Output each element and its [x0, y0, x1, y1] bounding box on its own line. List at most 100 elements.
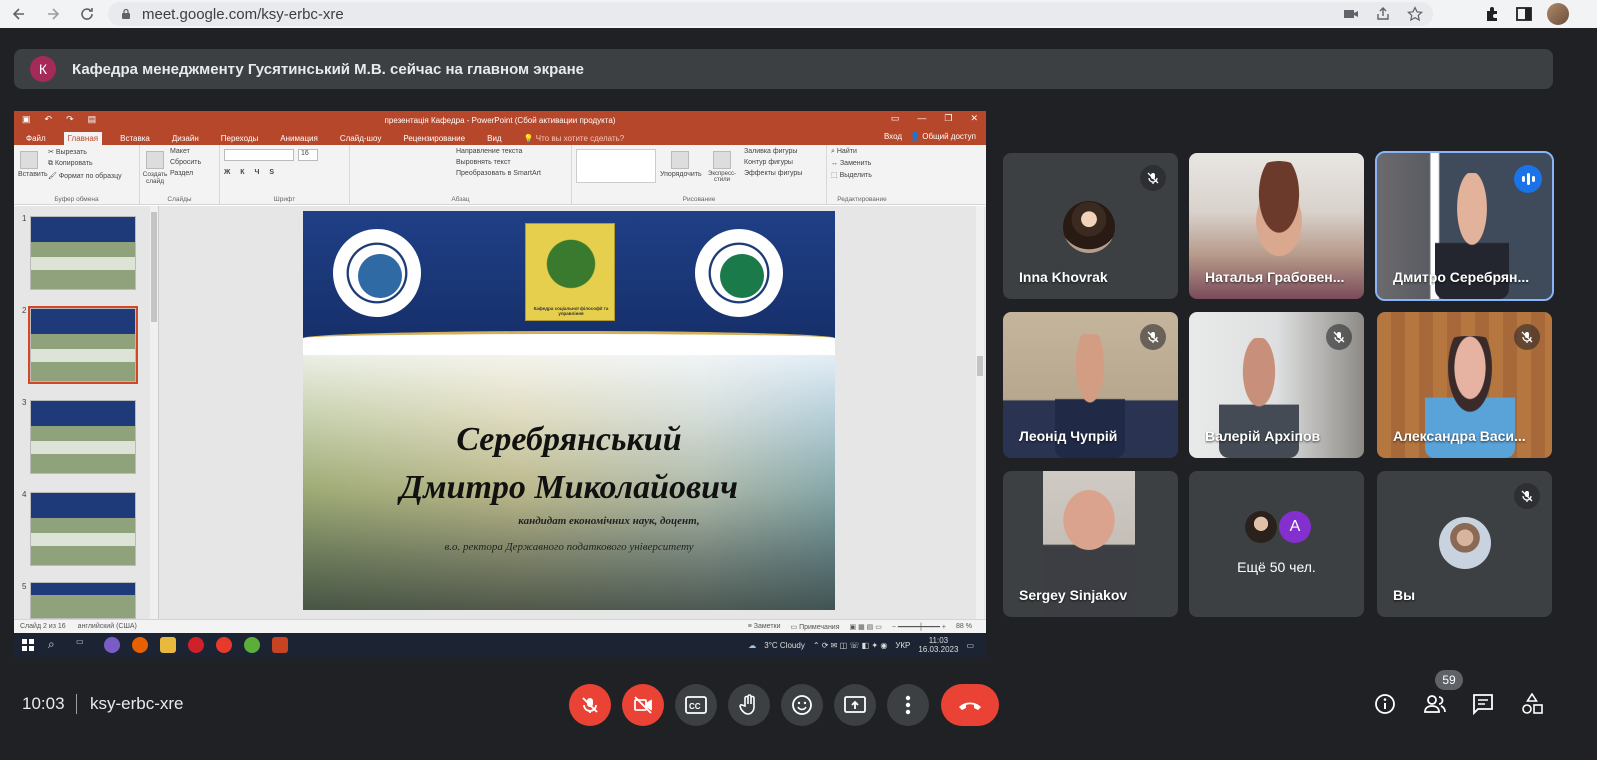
university-seal-right — [695, 229, 783, 317]
font-group: 16 Ж К Ч S Шрифт — [220, 145, 350, 204]
powerpoint-statusbar: Слайд 2 из 16 английский (США) ≡ Заметки… — [14, 619, 986, 633]
raise-hand-button[interactable] — [728, 684, 770, 726]
powerpoint-title: презентація Кафедра - PowerPoint (Сбой а… — [384, 115, 616, 125]
share-icon[interactable] — [1375, 6, 1391, 22]
meeting-controls-bar: 10:03 ksy-erbc-xre CC 59 — [0, 670, 1597, 760]
slide-thumbnail — [30, 492, 136, 566]
hand-icon — [739, 694, 755, 715]
participant-tile[interactable]: Наталья Грабовен... — [1189, 153, 1364, 299]
browser-toolbar: meet.google.com/ksy-erbc-xre — [0, 0, 1597, 28]
department-logo: Кафедра соціальної філософії та управлін… — [525, 223, 615, 321]
paste-label: Вставить — [18, 171, 48, 178]
undo-icon: ↶ — [44, 114, 53, 124]
notifications-icon: ▭ — [966, 640, 974, 650]
thumb-number: 1 — [22, 214, 27, 223]
participant-tile[interactable]: Дмитро Серебрян... — [1375, 151, 1554, 301]
svg-text:CC: CC — [689, 702, 701, 711]
more-participants-label: Ещё 50 чел. — [1237, 559, 1316, 575]
shared-screen: ▣ ↶ ↷ ▤ презентація Кафедра - PowerPoint… — [14, 111, 986, 657]
language-status: английский (США) — [77, 623, 137, 630]
camera-toggle-button[interactable] — [622, 684, 664, 726]
self-avatar — [1439, 517, 1491, 569]
participant-tile[interactable]: Inna Khovrak — [1003, 153, 1178, 299]
side-panel-icon[interactable] — [1515, 5, 1533, 23]
section-item: Раздел — [170, 170, 194, 177]
align-text-item: Выровнять текст — [456, 159, 511, 166]
back-icon[interactable] — [6, 1, 32, 27]
tab-file: Файл — [26, 134, 46, 143]
mic-off-icon — [1326, 324, 1352, 350]
smartart-item: Преобразовать в SmartArt — [456, 170, 541, 177]
activities-shapes-icon — [1522, 693, 1543, 714]
new-slide-icon — [146, 151, 164, 169]
participant-tile[interactable]: Леонід Чупрій — [1003, 312, 1178, 458]
slide-thumbnail-selected — [28, 306, 138, 384]
slide-name-line1: Серебрянський — [456, 421, 682, 458]
meeting-code: ksy-erbc-xre — [90, 694, 184, 713]
thumb-number: 5 — [22, 582, 27, 591]
sign-in-link: Вход — [883, 132, 903, 141]
people-button[interactable] — [1421, 690, 1449, 718]
participant-tile[interactable]: Sergey Sinjakov — [1003, 471, 1178, 617]
more-participants-tile[interactable]: A Ещё 50 чел. — [1189, 471, 1364, 617]
drawing-group: Упорядочить Экспресс-стили Заливка фигур… — [572, 145, 827, 204]
shapes-gallery — [576, 149, 656, 183]
participant-name: Валерій Архіпов — [1205, 428, 1321, 444]
participant-name: Александра Васи... — [1393, 428, 1526, 444]
keyboard-language: УКР — [895, 640, 911, 650]
mic-off-icon — [1514, 483, 1540, 509]
clipboard-group: Вставить ✂ Вырезать ⧉ Копировать 🖌 Форма… — [14, 145, 140, 204]
participant-tile[interactable]: Валерій Архіпов — [1189, 312, 1364, 458]
font-group-label: Шрифт — [273, 196, 296, 203]
captions-button[interactable]: CC — [675, 684, 717, 726]
participant-tile[interactable]: Александра Васи... — [1377, 312, 1552, 458]
view-buttons: ▣ ▦ ▤ ▭ — [849, 623, 882, 631]
address-bar[interactable]: meet.google.com/ksy-erbc-xre — [108, 2, 1433, 26]
camera-icon[interactable] — [1343, 6, 1359, 22]
mic-off-icon — [1140, 165, 1166, 191]
forward-icon[interactable] — [40, 1, 66, 27]
self-tile[interactable]: Вы — [1377, 471, 1552, 617]
mic-toggle-button[interactable] — [569, 684, 611, 726]
present-screen-icon — [844, 696, 866, 713]
person-icon: 👤 — [910, 132, 921, 141]
new-slide-label: Создать слайд — [142, 171, 168, 185]
more-vert-icon — [905, 695, 911, 715]
taskbar-date: 16.03.2023 — [918, 645, 959, 654]
activities-button[interactable] — [1518, 690, 1546, 718]
tab-design: Дизайн — [171, 134, 199, 143]
editing-group-label: Редактирование — [837, 196, 887, 203]
slide-name-line2: Дмитро Миколайович — [400, 469, 738, 506]
leave-call-button[interactable] — [941, 684, 999, 726]
camera-off-icon — [634, 696, 652, 714]
paragraph-group: Направление текста Выровнять текст Преоб… — [350, 145, 572, 204]
reactions-button[interactable] — [781, 684, 823, 726]
lock-icon — [122, 8, 130, 19]
paragraph-group-label: Абзац — [451, 196, 470, 203]
more-options-button[interactable] — [887, 684, 929, 726]
windows-taskbar: ⌕ ▭ ☁ 3°C Cloudy ⌃ ⟳ ✉ ◫ ☏ ◧ ✦ ◉ УКР 11:… — [14, 633, 986, 657]
presenter-avatar: К — [30, 56, 56, 82]
tray-icons: ⌃ ⟳ ✉ ◫ ☏ ◧ ✦ ◉ — [812, 640, 888, 650]
speaking-indicator-icon — [1514, 165, 1542, 193]
cut-item: ✂ Вырезать — [48, 149, 87, 156]
file-explorer-icon — [160, 637, 176, 653]
font-size-box: 16 — [298, 149, 318, 161]
windows-start-icon — [22, 639, 34, 651]
tab-review: Рецензирование — [403, 134, 466, 143]
restore-icon: ❐ — [944, 113, 953, 123]
zoom-slider: − ━━━━━┿━━━━ + — [891, 623, 947, 631]
shape-effects-item: Эффекты фигуры — [744, 170, 803, 177]
profile-avatar[interactable] — [1547, 3, 1569, 25]
system-tray: ☁ 3°C Cloudy ⌃ ⟳ ✉ ◫ ☏ ◧ ✦ ◉ УКР 11:03 1… — [748, 636, 974, 654]
meeting-details-button[interactable] — [1371, 690, 1399, 718]
powerpoint-workspace: 1 2 3 4 5 Кафедра соціальної філософії т… — [14, 206, 986, 619]
chat-button[interactable] — [1469, 690, 1497, 718]
participant-name: Inna Khovrak — [1019, 269, 1108, 285]
meeting-time: 10:03 — [22, 694, 65, 713]
bookmark-star-icon[interactable] — [1407, 6, 1423, 22]
reload-icon[interactable] — [74, 1, 100, 27]
extensions-icon[interactable] — [1483, 5, 1501, 23]
present-button[interactable] — [834, 684, 876, 726]
close-icon: ✕ — [970, 113, 978, 123]
